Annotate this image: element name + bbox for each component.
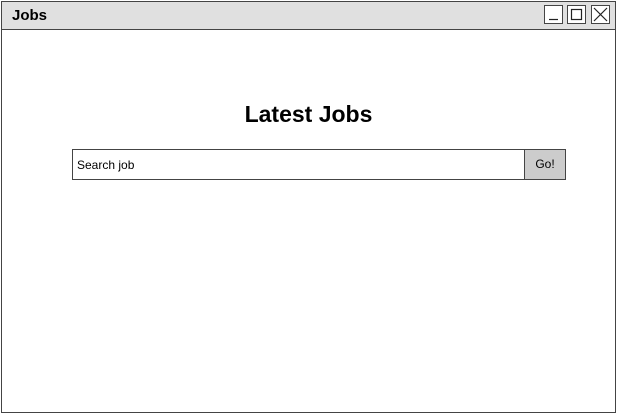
search-bar: Go! — [72, 149, 566, 180]
window-title: Jobs — [12, 7, 48, 24]
page-title: Latest Jobs — [244, 101, 373, 127]
maximize-button[interactable] — [567, 5, 586, 24]
title-bar[interactable]: Jobs — [2, 2, 615, 30]
minimize-button[interactable] — [544, 5, 563, 24]
close-icon — [593, 7, 608, 22]
close-button[interactable] — [591, 5, 610, 24]
go-button[interactable]: Go! — [524, 150, 565, 179]
minimize-icon — [549, 18, 558, 21]
app-window: Jobs Latest Jobs Go! — [1, 1, 616, 413]
maximize-icon — [570, 8, 583, 21]
search-input[interactable] — [73, 150, 524, 179]
